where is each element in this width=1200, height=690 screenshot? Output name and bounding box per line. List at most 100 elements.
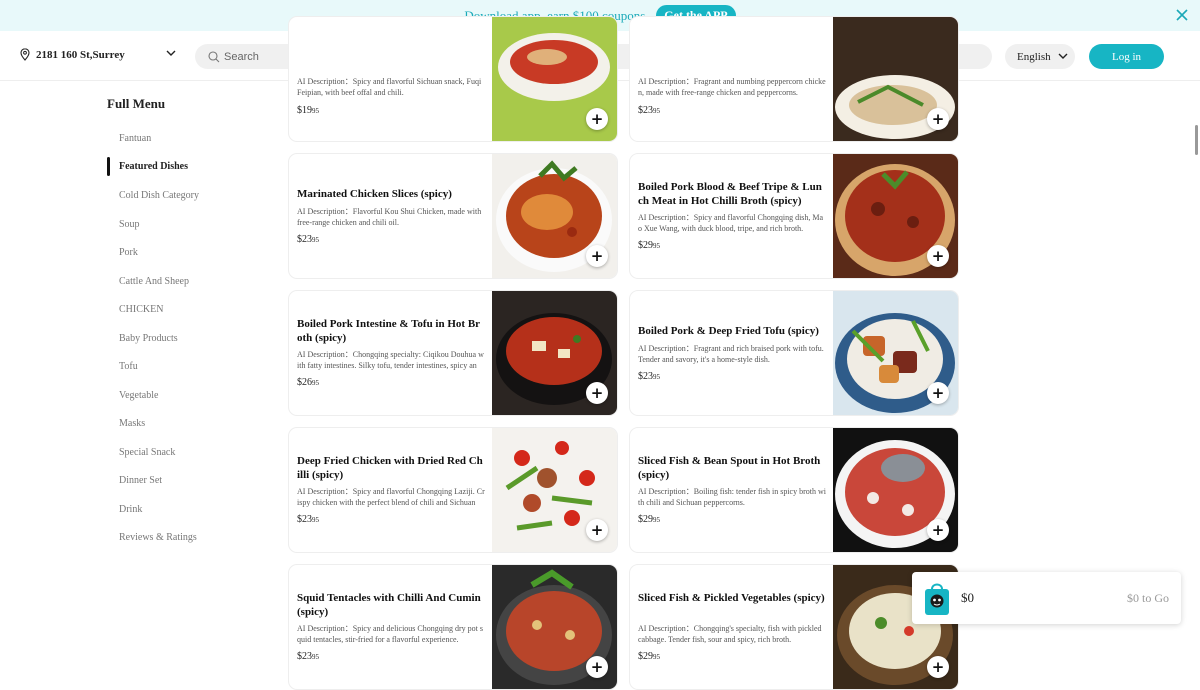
dish-price: $1995 (297, 105, 319, 116)
price-dollars: $23 (638, 371, 653, 382)
add-to-cart-button[interactable]: + (927, 382, 949, 404)
dish-description: AI Description：Boiling fish: tender fish… (638, 487, 826, 507)
dish-name: Deep Fried Chicken with Dried Red Chilli… (297, 455, 483, 481)
sidebar-item-special-snack[interactable]: Special Snack (119, 447, 175, 458)
add-to-cart-button[interactable]: + (586, 656, 608, 678)
add-to-cart-button[interactable]: + (927, 245, 949, 267)
sidebar-item-baby-products[interactable]: Baby Products (119, 333, 178, 344)
dish-card[interactable]: Marinated Chicken Slices (spicy) AI Desc… (288, 153, 618, 279)
sidebar-item-reviews[interactable]: Reviews & Ratings (119, 532, 197, 543)
price-cents: 95 (312, 236, 319, 244)
dish-description: AI Description：Spicy and flavorful Chong… (297, 487, 485, 507)
dish-info: Marinated Chicken Slices (spicy) AI Desc… (297, 154, 485, 278)
sidebar-item-masks[interactable]: Masks (119, 418, 145, 429)
dish-name: Squid Tentacles with Chilli And Cumin (s… (297, 592, 481, 618)
dish-name: Sliced Fish & Bean Spout in Hot Broth (s… (638, 455, 821, 481)
dish-price: $2395 (297, 234, 319, 245)
active-indicator (107, 157, 110, 176)
sidebar-item-vegetable[interactable]: Vegetable (119, 390, 158, 401)
cart-bar[interactable]: $0 $0 to Go (912, 572, 1181, 624)
price-cents: 95 (653, 373, 660, 381)
price-dollars: $29 (638, 651, 653, 662)
close-icon[interactable] (1174, 7, 1190, 23)
location-pin-icon (20, 48, 30, 61)
chevron-down-icon (1058, 53, 1068, 59)
price-dollars: $26 (297, 377, 312, 388)
dish-name: Sliced Fish & Pickled Vegetables (spicy) (638, 592, 825, 604)
price-cents: 95 (653, 653, 660, 661)
sidebar-item-dinner-set[interactable]: Dinner Set (119, 475, 162, 486)
add-to-cart-button[interactable]: + (586, 519, 608, 541)
dish-price: $2395 (297, 514, 319, 525)
price-cents: 95 (312, 107, 319, 115)
price-cents: 95 (312, 379, 319, 387)
cart-total: $0 (961, 590, 974, 605)
search-placeholder: Search (224, 50, 259, 63)
checkout-button[interactable]: $0 to Go (1127, 591, 1169, 606)
dish-name: Marinated Chicken Slices (spicy) (297, 188, 452, 200)
add-to-cart-button[interactable]: + (927, 108, 949, 130)
dish-name: Boiled Pork Intestine & Tofu in Hot Brot… (297, 318, 481, 344)
dish-info: Boiled Pork Intestine & Tofu in Hot Brot… (297, 291, 485, 415)
price-dollars: $23 (297, 651, 312, 662)
dish-info: Boiled Pork Blood & Beef Tripe & Lunch M… (638, 154, 826, 278)
dish-description: AI Description：Spicy and delicious Chong… (297, 624, 483, 644)
sidebar-item-fantuan[interactable]: Fantuan (119, 133, 151, 144)
dish-card[interactable]: Squid Tentacles with Chilli And Cumin (s… (288, 564, 618, 690)
price-cents: 95 (312, 516, 319, 524)
dish-info: Boiled Pork & Deep Fried Tofu (spicy) AI… (638, 291, 826, 415)
dish-card[interactable]: Deep Fried Chicken with Dried Red Chilli… (288, 427, 618, 553)
login-button[interactable]: Log in (1089, 44, 1164, 69)
dish-card[interactable]: Sliced Fish & Pickled Vegetables (spicy)… (629, 564, 959, 690)
dish-card[interactable]: Boiled Pork & Deep Fried Tofu (spicy) AI… (629, 290, 959, 416)
dish-description: AI Description：Fragrant and rich braised… (638, 344, 824, 364)
add-to-cart-button[interactable]: + (927, 656, 949, 678)
scrollbar[interactable] (1195, 125, 1198, 155)
dish-card[interactable]: Boiled Pork Blood & Beef Tripe & Lunch M… (629, 153, 959, 279)
sidebar-item-soup[interactable]: Soup (119, 219, 140, 230)
language-selector[interactable]: English (1005, 44, 1075, 69)
dish-info: Deep Fried Chicken with Dried Red Chilli… (297, 428, 485, 552)
dish-info: AI Description：Fragrant and numbing pepp… (638, 17, 826, 141)
dish-description: AI Description：Chongqing specialty: Ciqi… (297, 350, 484, 370)
dish-description: AI Description：Spicy and flavorful Chong… (638, 213, 824, 233)
sidebar-item-cattle-sheep[interactable]: Cattle And Sheep (119, 276, 189, 287)
dish-description: AI Description：Flavorful Kou Shui Chicke… (297, 207, 482, 227)
dish-price: $2395 (638, 105, 660, 116)
dish-price: $2995 (638, 240, 660, 251)
location-selector[interactable]: 2181 160 St,Surrey (20, 48, 125, 61)
sidebar-item-featured-dishes[interactable]: Featured Dishes (119, 161, 188, 172)
dish-info: Sliced Fish & Bean Spout in Hot Broth (s… (638, 428, 826, 552)
price-dollars: $23 (297, 514, 312, 525)
add-to-cart-button[interactable]: + (586, 245, 608, 267)
dish-price: $2995 (638, 651, 660, 662)
search-icon (208, 50, 220, 62)
dish-price: $2395 (297, 651, 319, 662)
dish-name: Boiled Pork Blood & Beef Tripe & Lunch M… (638, 181, 822, 207)
dish-price: $2995 (638, 514, 660, 525)
dish-card[interactable]: AI Description：Fragrant and numbing pepp… (629, 16, 959, 142)
sidebar-item-drink[interactable]: Drink (119, 504, 142, 515)
dish-price: $2395 (638, 371, 660, 382)
language-label: English (1017, 50, 1051, 63)
dish-card[interactable]: AI Description：Spicy and flavorful Sichu… (288, 16, 618, 142)
add-to-cart-button[interactable]: + (586, 382, 608, 404)
dish-info: AI Description：Spicy and flavorful Sichu… (297, 17, 485, 141)
dish-card[interactable]: Boiled Pork Intestine & Tofu in Hot Brot… (288, 290, 618, 416)
price-cents: 95 (653, 242, 660, 250)
dish-card[interactable]: Sliced Fish & Bean Spout in Hot Broth (s… (629, 427, 959, 553)
menu-sidebar: Full Menu Fantuan Featured Dishes Cold D… (0, 82, 260, 656)
sidebar-item-tofu[interactable]: Tofu (119, 361, 138, 372)
price-dollars: $29 (638, 240, 653, 251)
sidebar-item-chicken[interactable]: CHICKEN (119, 304, 163, 315)
sidebar-title: Full Menu (107, 96, 166, 111)
sidebar-item-cold-dish[interactable]: Cold Dish Category (119, 190, 199, 201)
price-dollars: $23 (638, 105, 653, 116)
price-cents: 95 (312, 653, 319, 661)
chevron-down-icon[interactable] (166, 50, 176, 57)
add-to-cart-button[interactable]: + (586, 108, 608, 130)
add-to-cart-button[interactable]: + (927, 519, 949, 541)
dish-description: AI Description：Fragrant and numbing pepp… (638, 77, 826, 97)
dish-info: Squid Tentacles with Chilli And Cumin (s… (297, 565, 485, 689)
sidebar-item-pork[interactable]: Pork (119, 247, 138, 258)
